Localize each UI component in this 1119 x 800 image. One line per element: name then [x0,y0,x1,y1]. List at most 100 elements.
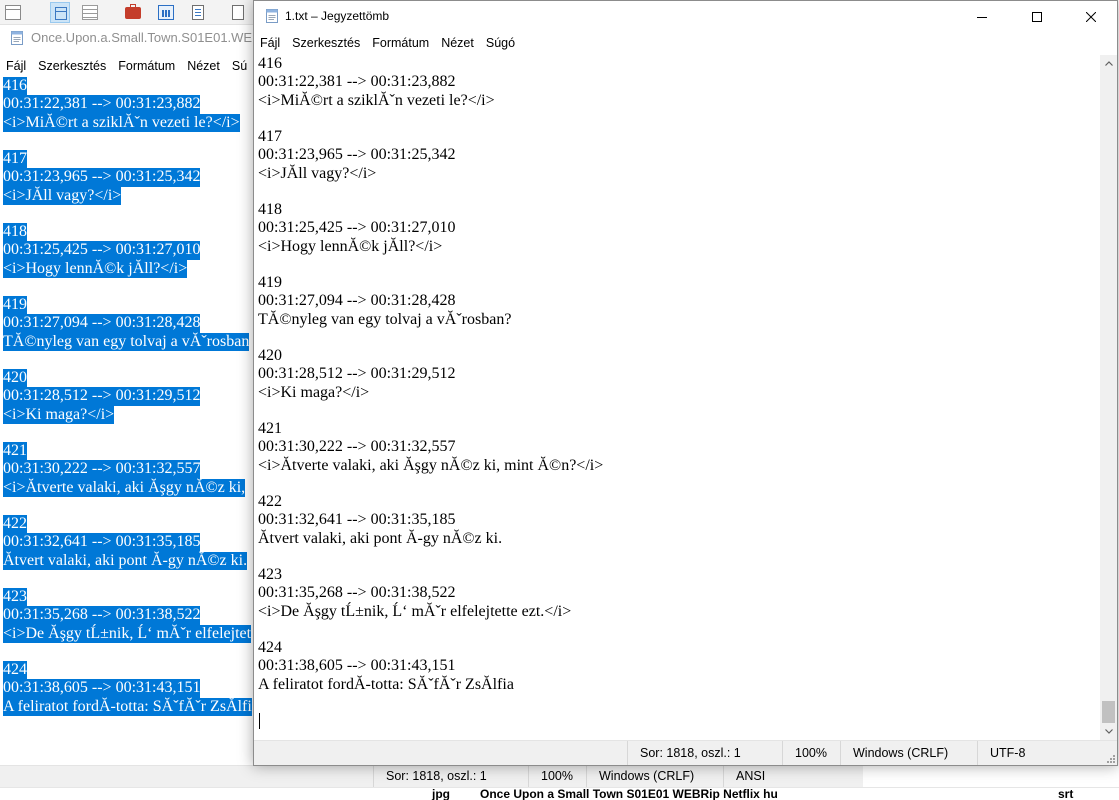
menu-file[interactable]: Fájl [254,32,286,55]
text-line[interactable]: <i>Ki maga?</i> [258,384,1100,402]
menu-view[interactable]: Nézet [181,55,226,77]
scroll-down-button[interactable] [1100,723,1117,740]
text-line[interactable] [258,256,1100,274]
text-line[interactable] [258,621,1100,639]
chevron-up-icon [1104,61,1113,66]
line-text: 420 [3,369,27,388]
minimize-button[interactable] [959,1,1005,32]
status-encoding-label: UTF-8 [990,746,1026,760]
text-line[interactable]: 00:31:35,268 --> 00:31:38,522 [258,584,1100,602]
text-line[interactable]: 00:31:30,222 --> 00:31:32,557 [258,438,1100,456]
text-line[interactable]: 421 [258,420,1100,438]
text-line[interactable] [258,548,1100,566]
text-line[interactable]: 00:31:27,094 --> 00:31:28,428 [258,292,1100,310]
menu-view[interactable]: Nézet [435,32,480,55]
text-line[interactable] [258,712,1100,730]
menu-format[interactable]: Formátum [112,55,181,77]
line-text: 00:31:28,512 --> 00:31:29,512 [258,365,456,383]
text-line[interactable]: 00:31:38,605 --> 00:31:43,151 [258,657,1100,675]
scroll-thumb[interactable] [1102,701,1115,723]
line-text: TĂ©nyleg van egy tolvaj a vĂˇrosban? [258,310,512,328]
text-line[interactable]: 424 [258,639,1100,657]
line-text: <i>De Ăşgy tĹ±nik, Ĺ‘ mĂˇr elfelejtette … [258,602,572,620]
status-zoom: 100% [528,766,586,787]
maximize-icon [1032,11,1042,22]
line-text: 419 [258,274,282,291]
menu-edit[interactable]: Szerkesztés [286,32,366,55]
chart-icon[interactable] [158,5,174,20]
line-text: 423 [3,588,27,607]
line-text: 416 [258,55,282,72]
document-icon[interactable] [192,5,204,20]
layout-icon[interactable] [50,2,70,23]
menu-edit[interactable]: Szerkesztés [32,55,112,77]
line-text: 416 [3,77,27,96]
text-line[interactable]: 00:31:22,381 --> 00:31:23,882 [258,73,1100,91]
window-title: Once.Upon.a.Small.Town.S01E01.WEB [31,30,261,45]
status-line-ending: Windows (CRLF) [840,741,977,765]
menu-file[interactable]: Fájl [0,55,32,77]
explorer-ribbon [0,0,260,25]
text-line[interactable]: 00:31:23,965 --> 00:31:25,342 [258,146,1100,164]
text-line[interactable]: 418 [258,201,1100,219]
briefcase-icon[interactable] [125,4,141,19]
text-line[interactable]: <i>MiĂ©rt a sziklĂˇn vezeti le?</i> [258,92,1100,110]
line-text: 00:31:32,641 --> 00:31:35,185 [3,533,201,552]
menu-help[interactable]: Sú [226,55,253,77]
text-line[interactable]: 419 [258,274,1100,292]
text-line[interactable]: 420 [258,347,1100,365]
text-line[interactable] [258,183,1100,201]
text-line[interactable] [258,694,1100,712]
line-text: 424 [3,661,27,680]
line-text: 421 [3,442,27,461]
line-text: 422 [3,515,27,534]
line-text: 00:31:27,094 --> 00:31:28,428 [3,314,201,333]
text-line[interactable]: 00:31:28,512 --> 00:31:29,512 [258,365,1100,383]
line-text: 420 [258,347,282,364]
text-line[interactable]: 417 [258,128,1100,146]
line-text: 00:31:22,381 --> 00:31:23,882 [3,95,201,114]
text-line[interactable] [258,475,1100,493]
line-text: 00:31:35,268 --> 00:31:38,522 [3,606,201,625]
menu-bar: Fájl Szerkesztés Formátum Nézet Súgó [254,32,521,55]
text-line[interactable] [258,110,1100,128]
line-text: <i>Hogy lennĂ©k jĂll?</i> [3,259,188,278]
text-line[interactable]: 00:31:32,641 --> 00:31:35,185 [258,511,1100,529]
line-text: 00:31:35,268 --> 00:31:38,522 [258,584,456,602]
close-button[interactable] [1068,1,1114,32]
title-bar[interactable]: 1.txt – Jegyzettömb [254,1,1117,32]
text-line[interactable]: 416 [258,55,1100,73]
resize-grip-icon[interactable] [1105,753,1115,763]
line-text: <i>De Ăşgy tĹ±nik, Ĺ‘ mĂˇr elfelejtet [3,624,252,643]
status-cursor-position: Sor: 1818, oszl.: 1 [373,766,528,787]
line-text: 417 [258,128,282,145]
text-line[interactable]: 00:31:25,425 --> 00:31:27,010 [258,219,1100,237]
text-line[interactable]: 423 [258,566,1100,584]
notepad-window[interactable]: 1.txt – Jegyzettömb Fájl Szerkesztés For… [253,0,1118,766]
list-icon[interactable] [82,5,98,20]
text-line[interactable]: 422 [258,493,1100,511]
scroll-up-button[interactable] [1100,55,1117,72]
menu-help[interactable]: Súgó [480,32,521,55]
page-icon[interactable] [232,5,244,20]
text-line[interactable]: <i>Hogy lennĂ©k jĂll?</i> [258,238,1100,256]
maximize-button[interactable] [1014,1,1060,32]
vertical-scrollbar[interactable] [1100,55,1117,740]
text-line[interactable]: <i>Ătverte valaki, aki Ăşgy nĂ©z ki, min… [258,457,1100,475]
text-line[interactable]: Ătvert valaki, aki pont Ă-gy nĂ©z ki. [258,530,1100,548]
status-encoding: UTF-8 [977,741,1117,765]
text-line[interactable]: <i>De Ăşgy tĹ±nik, Ĺ‘ mĂˇr elfelejtette … [258,603,1100,621]
text-line[interactable]: A feliratot fordĂ-totta: SĂˇfĂˇr ZsĂlfia [258,676,1100,694]
text-line[interactable] [258,329,1100,347]
text-editor-area[interactable]: 416 00:31:22,381 --> 00:31:23,882 <i>MiĂ©r… [254,55,1100,740]
file-type: srt [1058,787,1074,800]
line-text: Ătvert valaki, aki pont Ă-gy nĂ©z ki. [258,529,503,547]
file-list-row[interactable]: jpg Once Upon a Small Town S01E01 WEBRip… [0,787,1119,800]
window-icon[interactable] [5,5,21,20]
menu-format[interactable]: Formátum [366,32,435,55]
text-line[interactable]: <i>JĂll vagy?</i> [258,165,1100,183]
text-line[interactable]: TĂ©nyleg van egy tolvaj a vĂˇrosban? [258,311,1100,329]
file-name: Once Upon a Small Town S01E01 WEBRip Net… [480,787,778,800]
line-text: <i>JĂll vagy?</i> [258,164,377,182]
text-line[interactable] [258,402,1100,420]
